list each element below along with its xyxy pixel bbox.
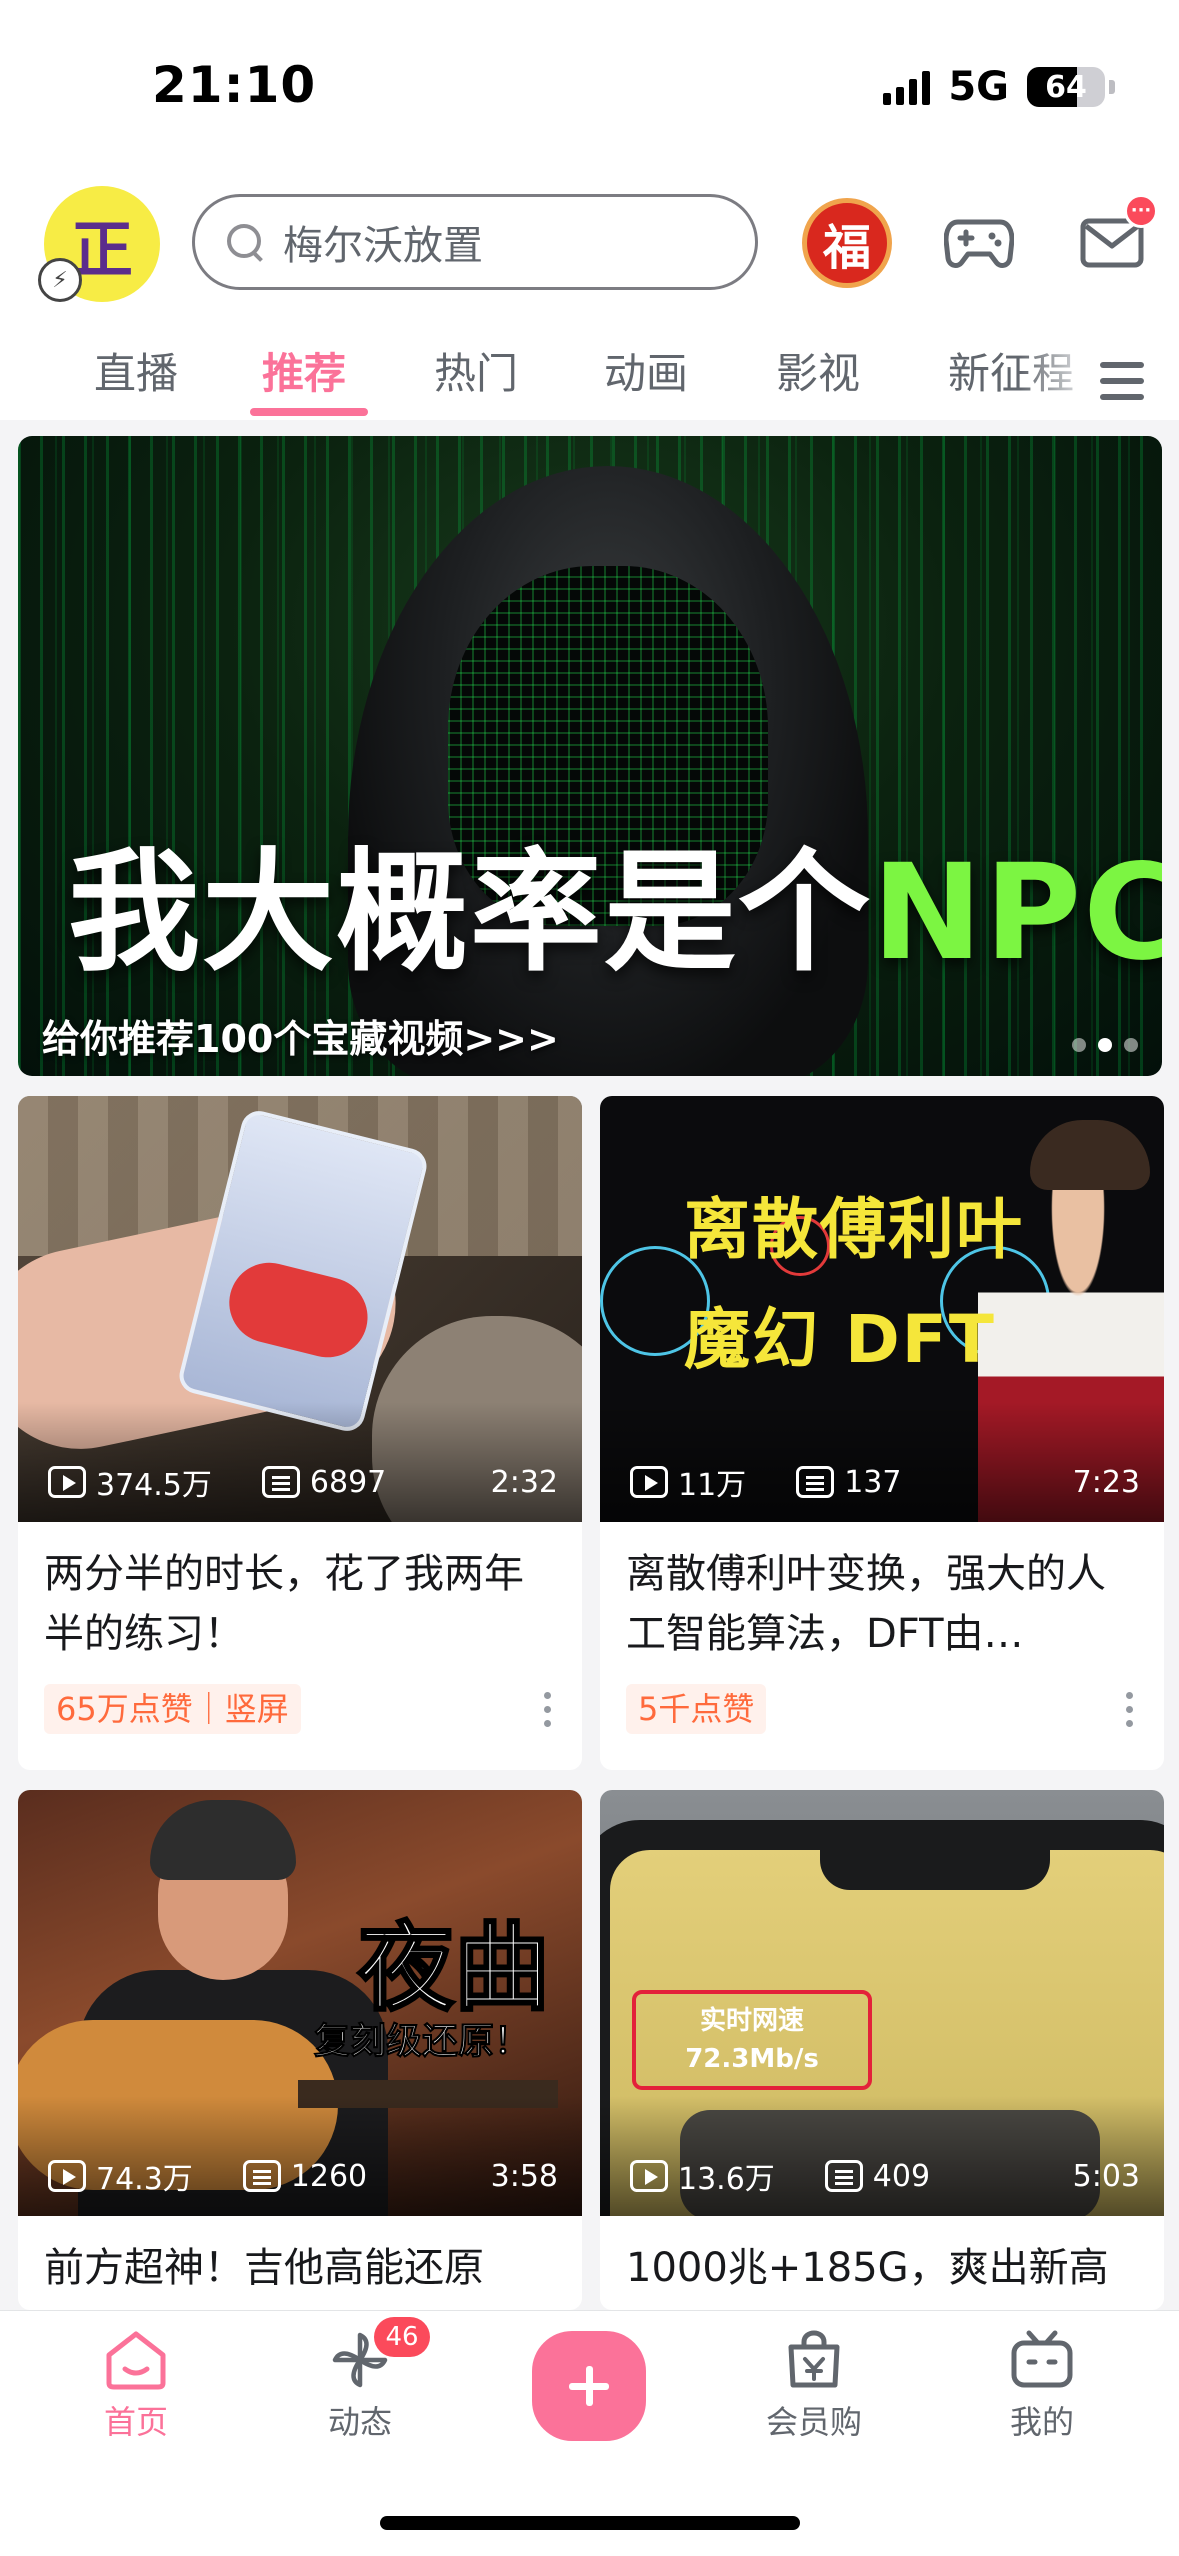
- battery-tip: [1109, 80, 1115, 94]
- video-title: 1000兆+185G，爽出新高: [626, 2245, 1109, 2291]
- search-icon: [225, 222, 265, 262]
- tab-hot[interactable]: 热门: [434, 340, 518, 401]
- banner-dot: [1072, 1038, 1086, 1052]
- banner-title-accent: NPC: [872, 836, 1162, 990]
- danmaku-icon: [261, 1466, 300, 1498]
- nav-dynamic-label: 动态: [327, 2403, 392, 2441]
- video-card[interactable]: 离散傅利叶 魔幻 DFT 11万 137 7:23 离散傅利叶变换，强大的人工智…: [600, 1096, 1164, 1770]
- nav-dynamic[interactable]: 动态 46: [280, 2317, 440, 2443]
- status-bar: 21:10 5G 64: [0, 0, 1179, 180]
- danmaku-count: 137: [844, 1464, 902, 1500]
- play-count-icon: [48, 1466, 86, 1498]
- danmaku-count: 409: [872, 2158, 931, 2194]
- status-indicators: 5G 64: [883, 62, 1115, 112]
- tv-icon: [1011, 2330, 1073, 2388]
- active-tab-indicator: [250, 408, 368, 416]
- nav-vip-shop[interactable]: 会员购: [734, 2329, 894, 2443]
- network-type: 5G: [948, 64, 1009, 110]
- tab-anime[interactable]: 动画: [604, 340, 688, 401]
- video-duration: 3:58: [490, 2158, 558, 2194]
- menu-icon[interactable]: [1100, 362, 1144, 400]
- header: 正 ⚡ 梅尔沃放置 福 ··· 直播 推荐 热门 动画 影视 新征程: [0, 180, 1179, 420]
- video-card[interactable]: 实时网速 72.3Mb/s 13.6万 409 5:03 1000兆+185G，…: [600, 1790, 1164, 2310]
- battery-level: 64: [1045, 69, 1087, 105]
- video-tag: 65万点赞｜竖屏: [44, 1684, 301, 1734]
- publish-button[interactable]: [532, 2331, 646, 2441]
- video-thumbnail: 实时网速 72.3Mb/s 13.6万 409 5:03: [600, 1790, 1164, 2216]
- banner-pagination: [1072, 1038, 1138, 1052]
- banner-dot-active: [1098, 1038, 1112, 1052]
- nav-mine[interactable]: 我的: [962, 2329, 1122, 2443]
- video-title: 两分半的时长，花了我两年半的练习！: [44, 1551, 524, 1657]
- video-stats: 74.3万 1260 3:58: [48, 2156, 558, 2197]
- nav-home[interactable]: 首页: [56, 2329, 216, 2443]
- banner-caption: 给你推荐100个宝藏视频>>>: [42, 1017, 559, 1061]
- nav-vip-label: 会员购: [765, 2403, 862, 2441]
- tab-film[interactable]: 影视: [776, 340, 860, 401]
- tabs-fade: [1020, 330, 1100, 410]
- fu-char: 福: [822, 220, 871, 276]
- video-title: 前方超神！吉他高能还原: [44, 2245, 484, 2291]
- thumb-speed-box: 实时网速 72.3Mb/s: [632, 1990, 872, 2090]
- lightning-icon: ⚡: [38, 258, 82, 302]
- banner-title: 我大概率是个NPC: [68, 806, 1162, 997]
- view-count: 11万: [678, 1468, 747, 1503]
- video-stats: 13.6万 409 5:03: [630, 2156, 1140, 2197]
- danmaku-count: 6897: [309, 1464, 387, 1500]
- video-duration: 2:32: [490, 1464, 558, 1500]
- play-count-icon: [630, 1466, 668, 1498]
- danmaku-icon: [824, 2160, 863, 2192]
- search-placeholder: 梅尔沃放置: [283, 223, 483, 269]
- fu-icon[interactable]: 福: [802, 198, 892, 288]
- thumb-text-line2: 魔幻 DFT: [684, 1301, 996, 1378]
- battery-icon: 64: [1027, 67, 1105, 107]
- search-input[interactable]: 梅尔沃放置: [192, 194, 758, 290]
- view-count: 374.5万: [96, 1468, 212, 1503]
- video-title: 离散傅利叶变换，强大的人工智能算法，DFT由…: [626, 1551, 1106, 1657]
- nav-home-label: 首页: [103, 2403, 168, 2441]
- video-card[interactable]: 夜曲 复刻级还原！ 74.3万 1260 3:58 前方超神！吉他高能还原: [18, 1790, 582, 2310]
- nav-mine-label: 我的: [1009, 2403, 1074, 2441]
- more-options-icon[interactable]: [1126, 1692, 1134, 1728]
- thumb-speed-value: 72.3Mb/s: [685, 2044, 819, 2074]
- banner-title-main: 我大概率是个: [68, 836, 872, 990]
- video-duration: 5:03: [1072, 2158, 1140, 2194]
- tab-recommend[interactable]: 推荐: [262, 340, 346, 401]
- message-badge: ···: [1124, 194, 1158, 228]
- gamepad-icon[interactable]: [944, 212, 1014, 272]
- video-thumbnail: 夜曲 复刻级还原！ 74.3万 1260 3:58: [18, 1790, 582, 2216]
- category-tabs: 直播 推荐 热门 动画 影视 新征程: [0, 330, 1179, 420]
- thumb-text-line1: 离散傅利叶: [684, 1191, 1024, 1268]
- thumb-text-small: 复刻级还原！: [313, 2021, 531, 2063]
- promo-banner[interactable]: 我大概率是个NPC 给你推荐100个宝藏视频>>>: [18, 436, 1162, 1076]
- video-stats: 11万 137 7:23: [630, 1462, 1140, 1503]
- danmaku-count: 1260: [290, 2158, 368, 2194]
- play-count-icon: [48, 2160, 86, 2192]
- thumb-text-big: 夜曲: [357, 1911, 552, 2026]
- video-thumbnail: 离散傅利叶 魔幻 DFT 11万 137 7:23: [600, 1096, 1164, 1522]
- shopping-bag-icon: [788, 2330, 840, 2388]
- signal-icon: [883, 69, 931, 105]
- dynamic-badge: 46: [374, 2317, 430, 2357]
- view-count: 74.3万: [96, 2162, 193, 2197]
- video-tag: 5千点赞: [626, 1684, 767, 1734]
- video-card[interactable]: 374.5万 6897 2:32 两分半的时长，花了我两年半的练习！ 65万点赞…: [18, 1096, 582, 1770]
- status-time: 21:10: [152, 56, 317, 114]
- more-options-icon[interactable]: [544, 1692, 552, 1728]
- view-count: 13.6万: [678, 2162, 775, 2197]
- thumb-speed-label: 实时网速: [699, 2006, 804, 2036]
- play-count-icon: [630, 2160, 668, 2192]
- home-indicator: [380, 2516, 800, 2530]
- video-duration: 7:23: [1072, 1464, 1140, 1500]
- danmaku-icon: [796, 1466, 835, 1498]
- tab-live[interactable]: 直播: [94, 340, 178, 401]
- video-thumbnail: 374.5万 6897 2:32: [18, 1096, 582, 1522]
- danmaku-icon: [242, 2160, 281, 2192]
- banner-dot: [1124, 1038, 1138, 1052]
- home-icon: [106, 2331, 166, 2390]
- video-stats: 374.5万 6897 2:32: [48, 1462, 558, 1503]
